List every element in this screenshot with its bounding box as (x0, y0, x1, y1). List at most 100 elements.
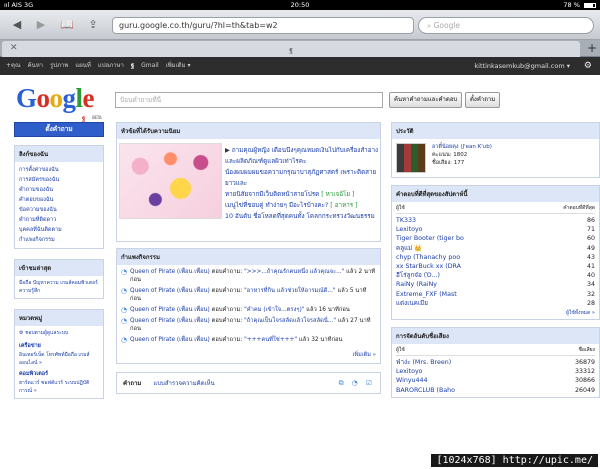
categories-all-link[interactable]: ⚙ ชอบตามผู้ดูแลระบบ (19, 329, 99, 337)
question-input[interactable]: ป้อนคำถามที่นี่ (115, 92, 383, 108)
ask-question-sidebar-button[interactable]: ตั้งคำถาม (14, 122, 104, 137)
popular-item[interactable]: 10 อันดับ ชื่อโหลดที่สุดคนทั้ง โคลกกระทร… (225, 211, 380, 222)
gbar-item-guru[interactable]: ฐ (131, 57, 134, 75)
best-answers-box: คำตอบที่ดีที่สุดของสัปดาห์นี้ ผู้ใช้ คำตอ… (391, 185, 600, 321)
gbar-item-images[interactable]: รูปภาพ (50, 57, 68, 75)
battery-indicator: 78 % (563, 0, 596, 10)
all-users-link[interactable]: ผู้ใช้ทั้งหมด » (396, 308, 595, 317)
reputation-row: Lexitoyo 33312 (396, 368, 595, 376)
leaderboard-row: คลูแม่ 👑 49 (396, 244, 595, 252)
gbar-item-maps[interactable]: แผนที่ (75, 57, 90, 75)
center-column: หัวข้อที่ได้รับความนิยม ▶ ถามคุณผู้หญิง … (116, 122, 381, 394)
comment-icon: ◔ (121, 336, 128, 344)
back-arrow-icon[interactable]: ◀ (10, 18, 24, 32)
link-activity-wall[interactable]: กำแพงกิจกรรม (19, 235, 99, 245)
bookmarks-icon[interactable]: 📖 (60, 18, 74, 32)
profile-name[interactable]: อาตี๋น้อยคุง (J'ean K'ub) (432, 143, 492, 151)
leaderboard-row: Extreme_FXF (Mast 32 (396, 290, 595, 298)
link-my-questions[interactable]: คำถามของฉัน (19, 185, 99, 195)
comment-icon[interactable]: ◔ (352, 379, 358, 388)
popular-item[interactable]: เมนูไข่ที่ชอบคู่ ทำง่ายๆ มีอะไรบ้างคะ? [… (225, 200, 380, 211)
popular-item[interactable]: น้องผมผมผมขอความกรุณาบาสุภัฏศาสตร์ เพราะ… (225, 167, 380, 189)
link-my-subscriptions[interactable]: การสมัครของฉัน (19, 175, 99, 185)
gbar-item-translate[interactable]: แปลภาษา (98, 57, 124, 75)
leaderboard-row: TK333 86 (396, 217, 595, 224)
tab-strip: ✕ ฐ + (0, 40, 600, 57)
recent-title: เข้าชมล่าสุด (15, 260, 103, 276)
reputation-title: การจัดอันดับชื่อเสียง (392, 328, 599, 345)
comment-icon: ◔ (121, 317, 128, 325)
search-questions-button[interactable]: ค้นหาคำถามและคำตอบ (389, 92, 463, 108)
gbar-item-plus-you[interactable]: +คุณ (6, 57, 21, 75)
account-menu[interactable]: kittinkasemkub@gmail.com ▾ (474, 57, 570, 75)
popular-topics-box: หัวข้อที่ได้รับความนิยม ▶ ถามคุณผู้หญิง … (116, 122, 381, 242)
link-my-messages[interactable]: ข้อความของฉัน (19, 205, 99, 215)
url-field[interactable]: guru.google.co.th/guru/?hl=th&tab=w2 (112, 17, 414, 34)
gbar-item-search[interactable]: ค้นหา (28, 57, 43, 75)
popular-item[interactable]: หายนิสัยจากมีเว็บติดหน้าสายโปรด [ หาเจอ้… (225, 189, 380, 200)
reputation-row: BARORCLUB (Baho 26049 (396, 386, 595, 394)
activity-wall-box: กำแพงกิจกรรม ◔ Queen of Pirate (เพื่อน เพ… (116, 248, 381, 364)
popular-topics-title: หัวข้อที่ได้รับความนิยม (117, 123, 380, 139)
activity-row: ◔ Queen of Pirate (เพื่อน เพื่อน) ตอบคำถา… (121, 306, 350, 314)
popular-item[interactable]: ▶ ถามคุณผู้หญิง เดือนนึงๆคุณหมดเงินไปกับ… (225, 145, 380, 167)
avatar[interactable] (396, 143, 426, 173)
comment-icon: ◔ (121, 287, 128, 295)
filter-icon[interactable]: ☑ (366, 379, 372, 388)
reputation-box: การจัดอันดับชื่อเสียง ผู้ใช้ ชื่อเสียง ฟ่… (391, 327, 600, 398)
clock: 20:50 (290, 1, 310, 9)
battery-icon (584, 2, 596, 8)
leaderboard-row: ฮีโร่ลูกจ๋อ (Ὁ...) 40 (396, 272, 595, 280)
category-group-network-sub[interactable]: อินเทอร์เน็ต โทรศัพท์มือถือ เกมส์ออนไลน์… (19, 351, 99, 367)
questions-tabs: คำถาม แบบสำรวจความคิดเห็น ⧉ ◔ ☑ (116, 372, 381, 394)
google-bar-nav: +คุณ ค้นหา รูปภาพ แผนที่ แปลภาษา ฐ Gmail… (6, 57, 190, 75)
browser-tab[interactable]: ✕ ฐ (2, 41, 580, 57)
link-following[interactable]: บุคคลที่ฉันติดตาม (19, 225, 99, 235)
browser-search-field[interactable]: ⌕ Google (418, 17, 594, 34)
leaderboard-row: chyp (Thanachy poo 43 (396, 253, 595, 261)
play-arrow-icon: ▶ (225, 147, 232, 154)
profile-reputation: ชื่อเสียง: 177 (432, 160, 465, 166)
new-tab-button[interactable]: + (587, 41, 597, 55)
tab-questions[interactable]: คำถาม (117, 378, 147, 388)
more-activity-link[interactable]: เพิ่มเติม » (117, 350, 380, 363)
beta-label: BETA (92, 115, 102, 120)
comment-icon: ◔ (121, 306, 128, 314)
tab-title: ฐ (289, 46, 293, 54)
link-my-answers[interactable]: คำตอบของฉัน (19, 195, 99, 205)
link-starred[interactable]: คำถามที่ติดดาว (19, 215, 99, 225)
ask-question-button[interactable]: ตั้งคำถาม (465, 92, 501, 108)
browser-toolbar: ◀ ▶ 📖 ⇪ guru.google.co.th/guru/?hl=th&ta… (0, 10, 600, 40)
leaderboard-row: RaiNy (RaiNy 34 (396, 281, 595, 289)
tab-opinion-polls[interactable]: แบบสำรวจความคิดเห็น (147, 378, 220, 388)
link-my-settings[interactable]: การตั้งค่าของฉัน (19, 165, 99, 175)
google-guru-logo[interactable]: Google ฐ BETA (16, 83, 102, 122)
my-links-title: ลิงก์ของฉัน (15, 146, 103, 162)
recent-links[interactable]: มือถือ ปัญหาความ เกมส์คอมพิวเตอร์ ความรู… (19, 279, 99, 295)
category-group-network[interactable]: เครือข่าย (19, 341, 99, 351)
share-icon[interactable]: ⇪ (86, 18, 100, 32)
featured-image[interactable] (119, 143, 222, 219)
leaderboard-row: Lexitoyo 71 (396, 226, 595, 234)
gear-icon[interactable]: ⚙ (584, 57, 592, 75)
forward-arrow-icon[interactable]: ▶ (34, 18, 48, 32)
search-placeholder: Google (433, 21, 461, 30)
profile-box: ประวัติ อาตี๋น้อยคุง (J'ean K'ub) คะแนน:… (391, 122, 600, 178)
category-group-computer[interactable]: คอมพิวเตอร์ (19, 369, 99, 379)
comment-icon: ◔ (121, 268, 128, 276)
categories-box: หมวดหมู่ ⚙ ชอบตามผู้ดูแลระบบ เครือข่าย อ… (14, 309, 104, 399)
watermark: [1024x768] http://upic.me/ (431, 454, 598, 467)
leaderboard-row: Tiger Booter (tiger bo 60 (396, 235, 595, 243)
left-sidebar: ตั้งคำถาม ลิงก์ของฉัน การตั้งค่าของฉัน ก… (14, 122, 104, 399)
reputation-row: ฟ่าง่ะ (Mrs. Breen) 36879 (396, 359, 595, 367)
google-bar: +คุณ ค้นหา รูปภาพ แผนที่ แปลภาษา ฐ Gmail… (0, 57, 600, 75)
gbar-item-more[interactable]: เพิ่มเติม ▾ (166, 57, 191, 75)
best-answers-title: คำตอบที่ดีที่สุดของสัปดาห์นี้ (392, 186, 599, 202)
activity-row: ◔ Queen of Pirate (เพื่อน เพื่อน) ตอบคำถา… (121, 336, 343, 344)
category-group-computer-sub[interactable]: ฮาร์ดแวร์ ซอฟต์แวร์ ระบบปฏิบัติการณ์ » (19, 379, 99, 395)
profile-points: คะแนน: 1802 (432, 152, 468, 158)
gbar-item-gmail[interactable]: Gmail (141, 57, 159, 75)
my-links-box: ลิงก์ของฉัน การตั้งค่าของฉัน การสมัครของ… (14, 145, 104, 249)
copy-icon[interactable]: ⧉ (339, 379, 344, 388)
right-column: ประวัติ อาตี๋น้อยคุง (J'ean K'ub) คะแนน:… (391, 122, 600, 405)
